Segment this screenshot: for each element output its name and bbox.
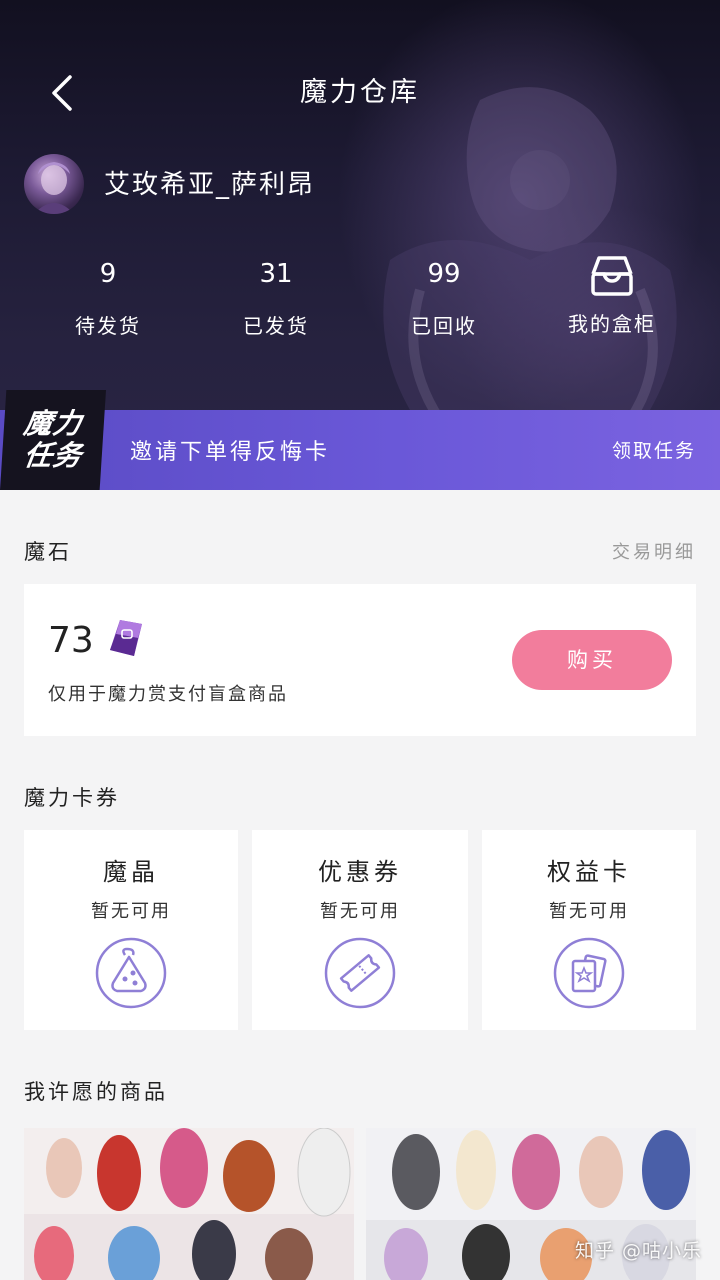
star-card-icon xyxy=(553,937,625,1009)
watermark: 知乎 @咕小乐 xyxy=(574,1240,702,1262)
badge-line-2: 任务 xyxy=(21,439,85,472)
crystal-bag-icon xyxy=(95,937,167,1009)
box-cabinet-icon xyxy=(591,256,633,296)
username: 艾玫希亚_萨利昂 xyxy=(104,170,316,200)
magic-task-badge: 魔力 任务 xyxy=(0,390,106,490)
transaction-detail-link[interactable]: 交易明细 xyxy=(612,538,696,564)
card-title: 权益卡 xyxy=(547,858,631,886)
magic-stone-amount: 73 xyxy=(48,620,94,661)
avatar[interactable] xyxy=(24,154,84,214)
section-title-wishlist: 我许愿的商品 xyxy=(24,1080,168,1104)
wishlist-item[interactable] xyxy=(24,1128,354,1280)
card-title: 优惠券 xyxy=(318,858,402,886)
card-status: 暂无可用 xyxy=(91,901,171,922)
avatar-image xyxy=(34,162,74,214)
background-figure-illustration xyxy=(383,87,677,423)
section-title-magic-stone: 魔石 xyxy=(24,540,72,564)
magic-gem-icon xyxy=(110,620,142,656)
stat-value: 99 xyxy=(427,259,461,289)
magic-stone-description: 仅用于魔力赏支付盲盒商品 xyxy=(48,684,288,705)
my-cabinet-button[interactable]: 我的盒柜 xyxy=(532,254,692,337)
badge-line-1: 魔力 xyxy=(21,407,85,440)
cabinet-label: 我的盒柜 xyxy=(568,312,656,336)
buy-button[interactable]: 购买 xyxy=(512,630,672,690)
card-status: 暂无可用 xyxy=(549,901,629,922)
coupon-card-crystal[interactable]: 魔晶 暂无可用 xyxy=(24,830,238,1030)
section-title-coupons: 魔力卡券 xyxy=(24,786,120,810)
magic-task-banner[interactable]: 魔力 任务 邀请下单得反悔卡 领取任务 xyxy=(0,390,720,490)
stat-recycled[interactable]: 99 已回收 xyxy=(364,256,524,339)
coupon-card-benefit[interactable]: 权益卡 暂无可用 xyxy=(482,830,696,1030)
stat-value: 31 xyxy=(259,259,293,289)
stat-value: 9 xyxy=(99,259,117,289)
stat-shipped[interactable]: 31 已发货 xyxy=(196,256,356,339)
claim-task-link[interactable]: 领取任务 xyxy=(612,436,696,463)
stat-label: 已回收 xyxy=(411,314,477,338)
ticket-icon xyxy=(324,937,396,1009)
card-status: 暂无可用 xyxy=(320,901,400,922)
stat-label: 已发货 xyxy=(243,314,309,338)
stat-pending-shipment[interactable]: 9 待发货 xyxy=(28,256,188,339)
profile-header: 魔力仓库 艾玫希亚_萨利昂 9 待发货 31 已发货 99 已回收 我的盒柜 魔… xyxy=(0,0,720,490)
product-image xyxy=(24,1128,354,1280)
page-title: 魔力仓库 xyxy=(300,77,420,108)
magic-stone-card: 73 仅用于魔力赏支付盲盒商品 购买 xyxy=(24,584,696,736)
card-title: 魔晶 xyxy=(103,858,159,886)
stat-label: 待发货 xyxy=(75,314,141,338)
task-text: 邀请下单得反悔卡 xyxy=(130,440,331,465)
coupon-card-discount[interactable]: 优惠券 暂无可用 xyxy=(252,830,468,1030)
